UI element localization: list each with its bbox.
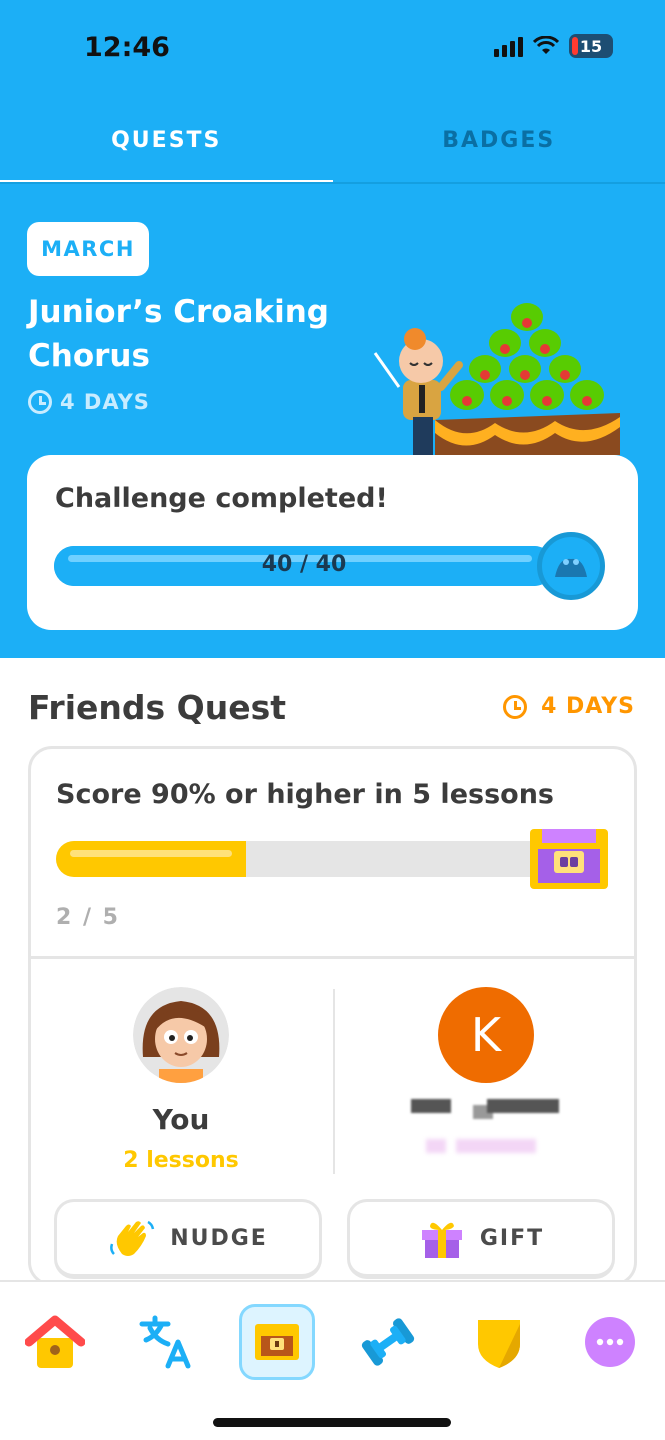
challenge-progress-bar: 40 / 40 xyxy=(54,546,554,586)
participant-friend[interactable]: K xyxy=(336,987,636,1155)
participant-lessons-you: 2 lessons xyxy=(123,1148,239,1173)
challenge-days-label: 4 DAYS xyxy=(60,390,150,414)
clock-icon xyxy=(28,390,52,414)
gift-label: GIFT xyxy=(479,1225,545,1251)
frog-chorus-illustration xyxy=(373,303,620,455)
wifi-icon xyxy=(533,36,559,54)
tab-quests[interactable]: QUESTS xyxy=(0,112,333,184)
nudge-label: NUDGE xyxy=(170,1225,268,1251)
participant-you[interactable]: You 2 lessons xyxy=(31,987,331,1173)
home-indicator xyxy=(213,1418,451,1427)
status-time: 12:46 xyxy=(84,32,170,63)
quest-progress-bar xyxy=(56,841,531,877)
status-icons: 15 xyxy=(494,34,613,58)
bottom-nav xyxy=(0,1280,665,1440)
battery-level: 15 xyxy=(579,36,603,56)
friend-name-redacted xyxy=(411,1099,561,1119)
nav-practice[interactable] xyxy=(350,1304,426,1380)
waving-hand-icon xyxy=(110,1220,155,1256)
league-shield-icon xyxy=(478,1320,520,1368)
nav-quests[interactable] xyxy=(239,1304,315,1380)
signal-icon xyxy=(494,35,523,57)
friends-quest-card: Score 90% or higher in 5 lessons 2 / 5 Y… xyxy=(28,746,637,1286)
frog-badge-icon xyxy=(555,558,587,577)
quest-progress-shine xyxy=(70,850,232,857)
challenge-progress-label: 40 / 40 xyxy=(261,552,347,577)
challenge-title: Junior’s Croaking Chorus xyxy=(28,294,329,374)
translate-icon xyxy=(139,1315,191,1369)
participant-name-you: You xyxy=(152,1103,210,1136)
nav-translate[interactable] xyxy=(128,1304,204,1380)
friend-avatar: K xyxy=(438,987,534,1083)
nav-more[interactable] xyxy=(572,1304,648,1380)
column-divider xyxy=(333,989,335,1174)
home-icon xyxy=(25,1315,85,1368)
challenge-time-left: 4 DAYS xyxy=(28,390,150,414)
friends-quest-days-label: 4 DAYS xyxy=(541,694,635,719)
card-divider xyxy=(31,956,634,959)
friends-quest-title: Friends Quest xyxy=(28,688,286,727)
challenge-progress-card[interactable]: Challenge completed! 40 / 40 xyxy=(27,455,638,630)
more-icon xyxy=(585,1317,635,1367)
challenge-badge-icon[interactable] xyxy=(537,532,605,600)
treasure-chest-icon xyxy=(530,829,608,889)
battery-icon: 15 xyxy=(569,34,613,58)
tab-divider xyxy=(0,182,665,184)
friend-lessons-redacted xyxy=(426,1139,546,1155)
tab-bar: QUESTS BADGES xyxy=(0,112,665,184)
tab-badges[interactable]: BADGES xyxy=(333,112,665,184)
quest-progress-fill xyxy=(56,841,246,877)
friends-quest-time-left: 4 DAYS xyxy=(503,694,635,719)
clock-icon xyxy=(503,694,528,719)
month-badge: MARCH xyxy=(27,222,149,276)
quests-chest-icon xyxy=(255,1324,299,1360)
challenge-status: Challenge completed! xyxy=(55,483,388,514)
quest-task: Score 90% or higher in 5 lessons xyxy=(56,779,554,810)
dumbbell-icon xyxy=(361,1318,415,1366)
gift-icon xyxy=(421,1222,462,1258)
nav-home[interactable] xyxy=(17,1304,93,1380)
nudge-button[interactable]: NUDGE xyxy=(54,1199,322,1279)
gift-button[interactable]: GIFT xyxy=(347,1199,615,1279)
monthly-challenge-header: 12:46 15 QUESTS BADGES MARCH Junior’s Cr… xyxy=(0,0,665,658)
nav-leagues[interactable] xyxy=(461,1304,537,1380)
user-avatar xyxy=(133,987,229,1083)
quest-progress-count: 2 / 5 xyxy=(56,905,120,930)
